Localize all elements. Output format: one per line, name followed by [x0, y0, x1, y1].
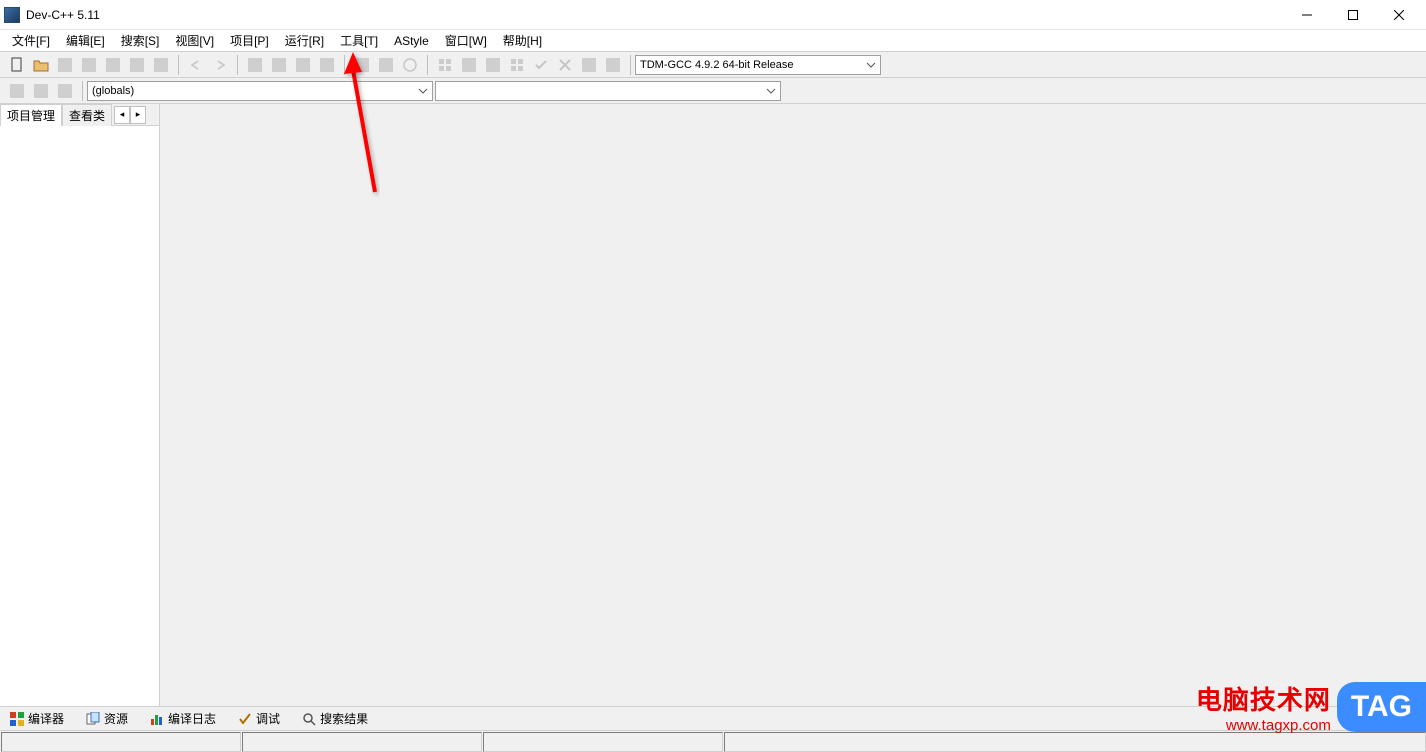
globals-select[interactable]: (globals) [87, 81, 433, 101]
main-area: 项目管理 查看类 ◂ ▸ [0, 104, 1426, 706]
tab-resources[interactable]: 资源 [80, 708, 134, 729]
menu-project[interactable]: 项目[P] [222, 30, 277, 51]
tab-compile-log[interactable]: 编译日志 [144, 708, 222, 729]
close-all-button[interactable] [126, 54, 148, 76]
find-button[interactable] [244, 54, 266, 76]
chevron-down-icon [766, 85, 776, 97]
compile-run-button[interactable] [399, 54, 421, 76]
editor-area[interactable] [160, 104, 1426, 706]
window-controls [1284, 0, 1422, 30]
tab-compiler[interactable]: 编译器 [4, 708, 70, 729]
sidebar-tab-project[interactable]: 项目管理 [0, 104, 62, 126]
save-button[interactable] [54, 54, 76, 76]
watermark: 电脑技术网 www.tagxp.com TAG [1196, 680, 1426, 734]
toolbar-browse: (globals) [0, 78, 1426, 104]
cancel-button[interactable] [554, 54, 576, 76]
close-button[interactable] [1376, 0, 1422, 30]
options-button[interactable] [602, 54, 624, 76]
menu-run[interactable]: 运行[R] [277, 30, 332, 51]
sidebar-tab-prev[interactable]: ◂ [114, 106, 130, 124]
delete-button[interactable] [578, 54, 600, 76]
status-cell-2 [242, 732, 482, 752]
tab-search-results-label: 搜索结果 [320, 710, 368, 727]
grid-icon [10, 712, 24, 726]
goto-button[interactable] [316, 54, 338, 76]
resources-icon [86, 712, 100, 726]
menu-view[interactable]: 视图[V] [167, 30, 222, 51]
watermark-url: www.tagxp.com [1196, 717, 1331, 734]
sidebar-tab-next[interactable]: ▸ [130, 106, 146, 124]
run-button[interactable] [375, 54, 397, 76]
menu-file[interactable]: 文件[F] [4, 30, 58, 51]
print-button[interactable] [150, 54, 172, 76]
sidebar-tabs: 项目管理 查看类 ◂ ▸ [0, 104, 159, 126]
members-select[interactable] [435, 81, 781, 101]
goto-back-button[interactable] [6, 80, 28, 102]
menu-help[interactable]: 帮助[H] [495, 30, 550, 51]
redo-button[interactable] [209, 54, 231, 76]
check-button[interactable] [530, 54, 552, 76]
goto-fwd-button[interactable] [54, 80, 76, 102]
compiler-select-value: TDM-GCC 4.9.2 64-bit Release [640, 59, 793, 71]
status-cell-1 [1, 732, 241, 752]
toolbar-main: TDM-GCC 4.9.2 64-bit Release [0, 52, 1426, 78]
find-next-button[interactable] [292, 54, 314, 76]
app-icon [4, 7, 20, 23]
new-file-button[interactable] [6, 54, 28, 76]
goto-bookmark-button[interactable] [30, 80, 52, 102]
watermark-tag: TAG [1337, 682, 1426, 732]
chevron-down-icon [866, 59, 876, 71]
status-cell-4 [724, 732, 1426, 752]
compile-button[interactable] [351, 54, 373, 76]
project-tree[interactable] [0, 126, 159, 706]
status-cell-3 [483, 732, 723, 752]
chevron-down-icon [418, 85, 428, 97]
open-button[interactable] [30, 54, 52, 76]
sidebar: 项目管理 查看类 ◂ ▸ [0, 104, 160, 706]
menu-window[interactable]: 窗口[W] [437, 30, 495, 51]
stop-button[interactable] [482, 54, 504, 76]
maximize-button[interactable] [1330, 0, 1376, 30]
close-file-button[interactable] [102, 54, 124, 76]
watermark-cn: 电脑技术网 [1196, 680, 1331, 717]
rebuild-button[interactable] [434, 54, 456, 76]
tab-search-results[interactable]: 搜索结果 [296, 708, 374, 729]
titlebar: Dev-C++ 5.11 [0, 0, 1426, 30]
globals-select-value: (globals) [92, 85, 134, 97]
search-icon [302, 712, 316, 726]
tab-debug-label: 调试 [256, 710, 280, 727]
tab-compile-log-label: 编译日志 [168, 710, 216, 727]
window-title: Dev-C++ 5.11 [26, 8, 1284, 22]
compiler-select[interactable]: TDM-GCC 4.9.2 64-bit Release [635, 55, 881, 75]
tab-compiler-label: 编译器 [28, 710, 64, 727]
debug-button[interactable] [458, 54, 480, 76]
sidebar-tab-classes[interactable]: 查看类 [62, 104, 112, 126]
check-icon [238, 712, 252, 726]
save-all-button[interactable] [78, 54, 100, 76]
chart-icon [150, 712, 164, 726]
menu-tools[interactable]: 工具[T] [332, 30, 386, 51]
menu-edit[interactable]: 编辑[E] [58, 30, 113, 51]
minimize-button[interactable] [1284, 0, 1330, 30]
tab-debug[interactable]: 调试 [232, 708, 286, 729]
tab-resources-label: 资源 [104, 710, 128, 727]
menu-search[interactable]: 搜索[S] [113, 30, 168, 51]
menu-astyle[interactable]: AStyle [386, 32, 437, 50]
undo-button[interactable] [185, 54, 207, 76]
menubar: 文件[F] 编辑[E] 搜索[S] 视图[V] 项目[P] 运行[R] 工具[T… [0, 30, 1426, 52]
replace-button[interactable] [268, 54, 290, 76]
profile-button[interactable] [506, 54, 528, 76]
